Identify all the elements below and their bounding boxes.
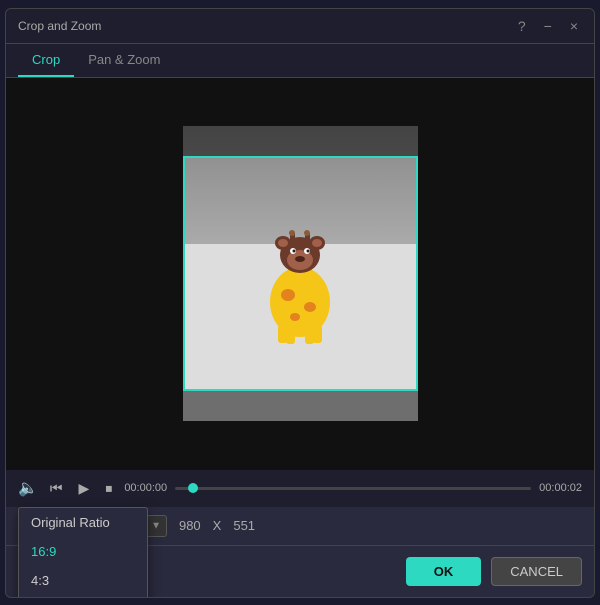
title-bar-left: Crop and Zoom (18, 19, 101, 33)
play-button[interactable]: ▶ (75, 478, 94, 499)
ratio-dropdown-menu: Original Ratio 16:9 4:3 1:1 9:16 Custom (18, 507, 148, 598)
dropdown-item-16-9[interactable]: 16:9 (19, 537, 147, 566)
crop-overlay-top (183, 126, 418, 156)
dropdown-item-1-1[interactable]: 1:1 (19, 595, 147, 598)
video-preview-area (6, 78, 594, 470)
ratio-section: Ratio: 16:9 Original Ratio 4:3 1:1 9:16 … (6, 507, 594, 545)
tab-pan-zoom[interactable]: Pan & Zoom (74, 44, 174, 77)
time-current: 00:00:00 (124, 482, 167, 494)
help-button[interactable]: ? (514, 16, 530, 36)
title-bar: Crop and Zoom ? − × (6, 9, 594, 44)
dropdown-item-original[interactable]: Original Ratio (19, 508, 147, 537)
progress-thumb[interactable] (188, 483, 198, 493)
dimensions-separator: X (213, 518, 222, 533)
minimize-button[interactable]: − (540, 16, 556, 36)
step-back-button[interactable]: ⏮ (46, 478, 67, 499)
dropdown-item-4-3[interactable]: 4:3 (19, 566, 147, 595)
volume-icon[interactable]: 🔈 (18, 478, 38, 498)
dialog-title: Crop and Zoom (18, 19, 101, 33)
stop-button[interactable]: ⏹ (101, 478, 116, 499)
progress-bar[interactable] (175, 487, 531, 490)
crop-overlay-bottom (183, 391, 418, 421)
crop-and-zoom-dialog: Crop and Zoom ? − × Crop Pan & Zoom (5, 8, 595, 598)
time-total: 00:00:02 (539, 482, 582, 494)
title-bar-right: ? − × (514, 16, 582, 36)
cancel-button[interactable]: CANCEL (491, 557, 582, 586)
dimensions-width: 980 (179, 518, 201, 533)
controls-bar: 🔈 ⏮ ▶ ⏹ 00:00:00 00:00:02 (6, 470, 594, 507)
ok-button[interactable]: OK (406, 557, 482, 586)
tab-bar: Crop Pan & Zoom (6, 44, 594, 78)
action-right: OK CANCEL (406, 557, 582, 586)
tab-crop[interactable]: Crop (18, 44, 74, 77)
dimensions-height: 551 (233, 518, 255, 533)
crop-box[interactable] (183, 156, 418, 391)
video-container (183, 126, 418, 421)
close-button[interactable]: × (566, 16, 582, 36)
